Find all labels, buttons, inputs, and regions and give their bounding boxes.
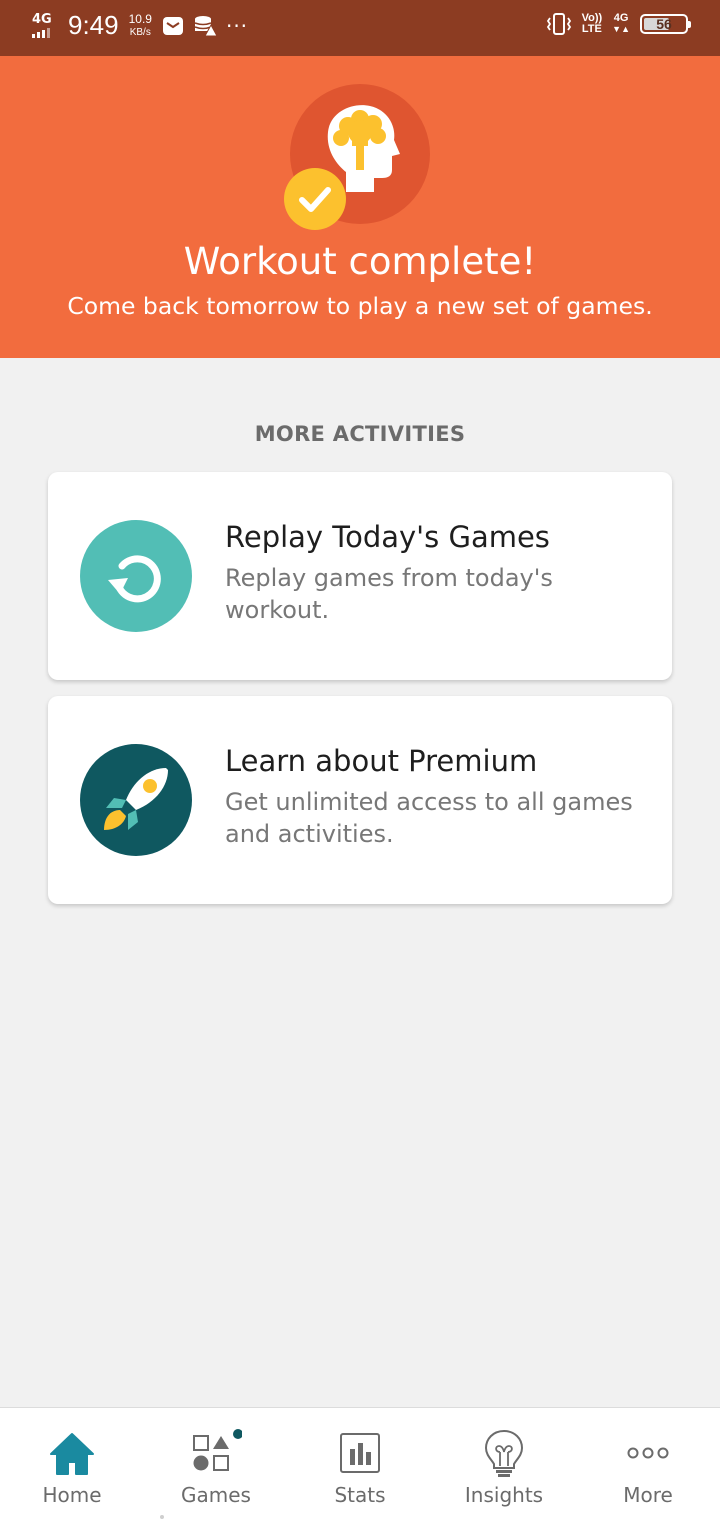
nav-label: More (623, 1483, 673, 1507)
nav-label: Stats (334, 1483, 386, 1507)
nav-games[interactable]: Games (144, 1408, 288, 1520)
notification-icon (162, 16, 183, 35)
signal-icon: 4G (32, 13, 56, 38)
network-type: 4G (32, 12, 52, 27)
bottom-navigation: Home Games Stats Insights More (0, 1407, 720, 1520)
battery-level: 56 (656, 16, 672, 32)
card-title: Learn about Premium (225, 744, 538, 778)
battery-icon: 56 (640, 14, 691, 34)
lightbulb-icon (478, 1428, 530, 1478)
nav-more[interactable]: More (576, 1408, 720, 1520)
status-bar: 4G 9:49 10.9 KB/s ··· Vo)) LTE 4G ▼▲ 56 (0, 0, 720, 56)
card-title: Replay Today's Games (225, 520, 550, 554)
speed-value: 10.9 (128, 11, 152, 26)
volte-bottom: LTE (581, 23, 602, 35)
nav-home[interactable]: Home (0, 1408, 144, 1520)
nav-insights[interactable]: Insights (432, 1408, 576, 1520)
network-speed: 10.9 KB/s (129, 12, 152, 40)
hero-title: Workout complete! (183, 240, 537, 283)
mobile-data-indicator: 4G ▼▲ (612, 12, 630, 35)
more-icon (622, 1428, 674, 1478)
clock: 9:49 (68, 10, 119, 40)
workout-complete-banner: Workout complete! Come back tomorrow to … (0, 56, 720, 358)
more-notifications-icon: ··· (225, 13, 249, 38)
replay-games-card[interactable]: Replay Today's Games Replay games from t… (48, 472, 672, 680)
vibrate-icon (546, 13, 571, 35)
card-description: Replay games from today's workout. (225, 564, 553, 624)
stats-icon (334, 1428, 386, 1478)
hero-subtitle: Come back tomorrow to play a new set of … (67, 292, 653, 320)
nav-stats[interactable]: Stats (288, 1408, 432, 1520)
games-icon (190, 1428, 242, 1478)
nav-label: Home (42, 1483, 102, 1507)
speed-unit: KB/s (129, 26, 151, 38)
database-alert-icon (194, 15, 218, 36)
nav-label: Insights (464, 1483, 544, 1507)
volte-indicator: Vo)) LTE (582, 13, 603, 35)
home-icon (46, 1428, 98, 1478)
rocket-icon (80, 744, 192, 856)
check-icon (284, 168, 346, 230)
network-type-right: 4G (613, 12, 629, 24)
replay-icon (80, 520, 192, 632)
section-heading: MORE ACTIVITIES (254, 422, 466, 446)
learn-premium-card[interactable]: Learn about Premium Get unlimited access… (48, 696, 672, 904)
card-description: Get unlimited access to all games and ac… (225, 788, 633, 848)
nav-label: Games (181, 1483, 251, 1507)
